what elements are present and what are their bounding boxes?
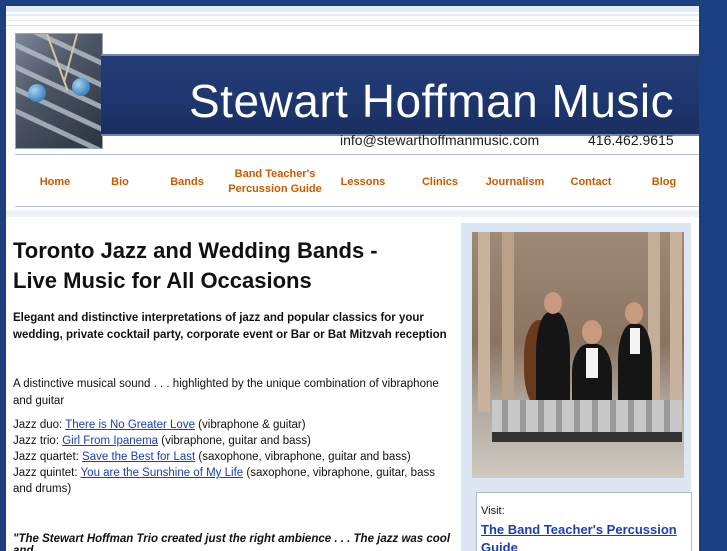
nav-contact[interactable]: Contact bbox=[556, 162, 626, 202]
header-stripe bbox=[6, 14, 699, 16]
site-title: Stewart Hoffman Music bbox=[189, 75, 675, 127]
nav-clinics[interactable]: Clinics bbox=[405, 162, 475, 202]
visit-box: Visit: The Band Teacher's Percussion Gui… bbox=[476, 492, 692, 551]
lineup-item: Jazz quintet: You are the Sunshine of My… bbox=[13, 465, 453, 497]
lineup-label: Jazz quartet: bbox=[13, 451, 83, 463]
lineup-detail: (vibraphone, guitar and bass) bbox=[158, 435, 311, 447]
nav-blog[interactable]: Blog bbox=[629, 162, 699, 202]
nav-divider bbox=[15, 154, 699, 155]
lineup-label: Jazz quintet: bbox=[13, 467, 81, 479]
song-link[interactable]: Girl From Ipanema bbox=[62, 435, 158, 447]
lineup-item: Jazz duo: There is No Greater Love (vibr… bbox=[13, 417, 453, 433]
lineup-label: Jazz trio: bbox=[13, 435, 63, 447]
page: Stewart Hoffman Music info@stewarthoffma… bbox=[6, 6, 699, 551]
description-text: A distinctive musical sound . . . highli… bbox=[13, 378, 439, 407]
page-heading-line2: Live Music for All Occasions bbox=[13, 268, 312, 293]
header-stripe bbox=[6, 20, 699, 21]
lineup-item: Jazz quartet: Save the Best for Last (sa… bbox=[13, 449, 453, 465]
band-photo bbox=[472, 232, 684, 478]
content-divider bbox=[6, 210, 699, 217]
header-stripe bbox=[6, 25, 699, 26]
lineup-detail: (vibraphone & guitar) bbox=[194, 419, 306, 431]
nav-lessons[interactable]: Lessons bbox=[328, 162, 398, 202]
main-nav: Home Bio Bands Band Teacher's Percussion… bbox=[15, 162, 699, 202]
nav-bands[interactable]: Bands bbox=[152, 162, 222, 202]
lineup-list: Jazz duo: There is No Greater Love (vibr… bbox=[13, 417, 453, 497]
site-banner: Stewart Hoffman Music bbox=[101, 54, 699, 136]
song-link[interactable]: There is No Greater Love bbox=[65, 419, 195, 431]
nav-journalism[interactable]: Journalism bbox=[470, 162, 560, 202]
nav-percussion-guide-line2: Percussion Guide bbox=[228, 183, 322, 195]
contact-phone: 416.462.9615 bbox=[588, 132, 674, 148]
header-stripe bbox=[6, 6, 699, 12]
nav-bio[interactable]: Bio bbox=[85, 162, 155, 202]
song-link[interactable]: You are the Sunshine of My Life bbox=[81, 467, 244, 479]
contact-email[interactable]: info@stewarthoffmanmusic.com bbox=[340, 132, 539, 148]
page-heading: Toronto Jazz and Wedding Bands - Live Mu… bbox=[13, 236, 453, 296]
page-heading-line1: Toronto Jazz and Wedding Bands - bbox=[13, 238, 378, 263]
percussion-guide-link[interactable]: The Band Teacher's Percussion Guide bbox=[481, 521, 687, 551]
nav-percussion-guide-line1: Band Teacher's bbox=[234, 168, 316, 180]
lineup-item: Jazz trio: Girl From Ipanema (vibraphone… bbox=[13, 433, 453, 449]
lineup-label: Jazz duo: bbox=[13, 419, 66, 431]
testimonial-quote: "The Stewart Hoffman Trio created just t… bbox=[13, 533, 451, 551]
visit-label: Visit: bbox=[481, 505, 505, 517]
vibraphone-mallets-photo bbox=[15, 33, 103, 149]
nav-divider bbox=[15, 206, 699, 207]
nav-home[interactable]: Home bbox=[15, 162, 95, 202]
song-link[interactable]: Save the Best for Last bbox=[82, 451, 195, 463]
lineup-detail: (saxophone, vibraphone, guitar and bass) bbox=[195, 451, 411, 463]
nav-percussion-guide[interactable]: Band Teacher's Percussion Guide bbox=[215, 162, 335, 202]
intro-text: Elegant and distinctive interpretations … bbox=[13, 312, 447, 341]
